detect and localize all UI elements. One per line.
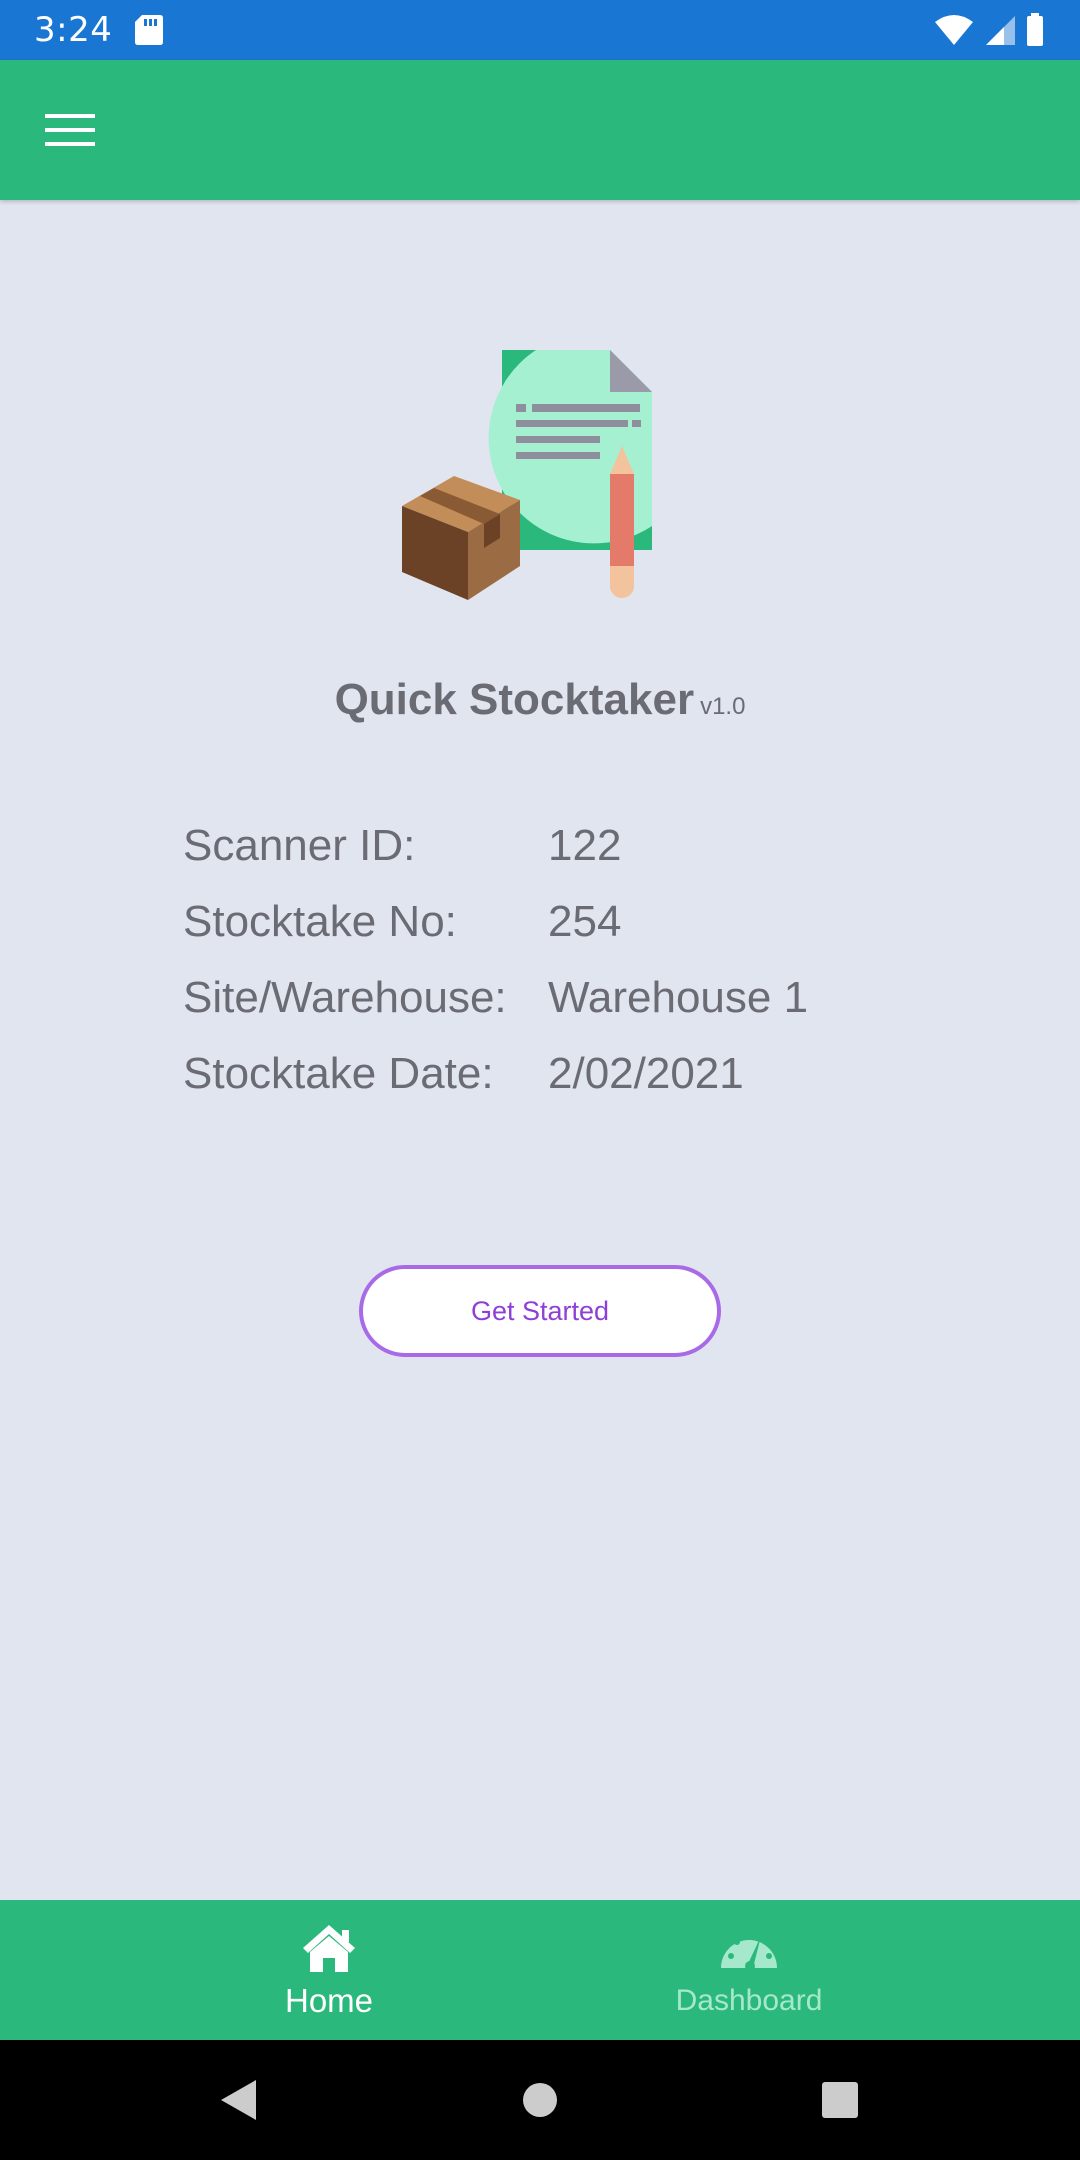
home-circle-icon[interactable] <box>510 2070 570 2130</box>
info-label: Stocktake No: <box>183 897 457 946</box>
wifi-icon <box>935 15 973 45</box>
app-bar <box>0 60 1080 200</box>
nav-item-home[interactable]: Home <box>169 1900 489 2040</box>
info-value: 254 <box>548 897 622 946</box>
stocktake-info: Scanner ID: 122 Stocktake No: 254 Site/W… <box>183 808 983 1112</box>
dashboard-icon <box>717 1920 781 1976</box>
signal-icon <box>986 16 1015 45</box>
app-title-row: Quick Stocktaker v1.0 <box>0 675 1080 725</box>
nav-item-dashboard[interactable]: Dashboard <box>589 1900 909 2040</box>
recents-icon[interactable] <box>810 2070 870 2130</box>
info-row-stocktake-date: Stocktake Date: 2/02/2021 <box>183 1036 983 1112</box>
info-row-site-warehouse: Site/Warehouse: Warehouse 1 <box>183 960 983 1036</box>
app-title: Quick Stocktaker <box>334 675 695 724</box>
info-value: 122 <box>548 821 622 870</box>
system-nav-bar <box>0 2040 1080 2160</box>
info-label: Stocktake Date: <box>183 1049 494 1098</box>
status-icons <box>934 12 1044 48</box>
back-icon[interactable] <box>208 2070 268 2130</box>
battery-icon <box>1027 13 1043 46</box>
app-version: v1.0 <box>700 693 746 720</box>
status-time: 3:24 <box>34 10 113 50</box>
nav-label-dashboard: Dashboard <box>675 1984 823 2017</box>
nav-label-home: Home <box>284 1982 374 2019</box>
info-label: Site/Warehouse: <box>183 973 507 1022</box>
get-started-button[interactable]: Get Started <box>359 1265 721 1357</box>
info-row-stocktake-no: Stocktake No: 254 <box>183 884 983 960</box>
status-bar: 3:24 <box>0 0 1080 60</box>
info-row-scanner-id: Scanner ID: 122 <box>183 808 983 884</box>
info-label: Scanner ID: <box>183 821 416 870</box>
bottom-nav: Home Dashboard <box>0 1900 1080 2040</box>
box-document-pencil-illustration <box>402 350 652 600</box>
home-icon <box>299 1920 359 1976</box>
info-value: 2/02/2021 <box>548 1049 744 1098</box>
sd-card-icon <box>135 15 163 45</box>
hamburger-menu-icon[interactable] <box>30 106 110 156</box>
info-value: Warehouse 1 <box>548 973 809 1022</box>
